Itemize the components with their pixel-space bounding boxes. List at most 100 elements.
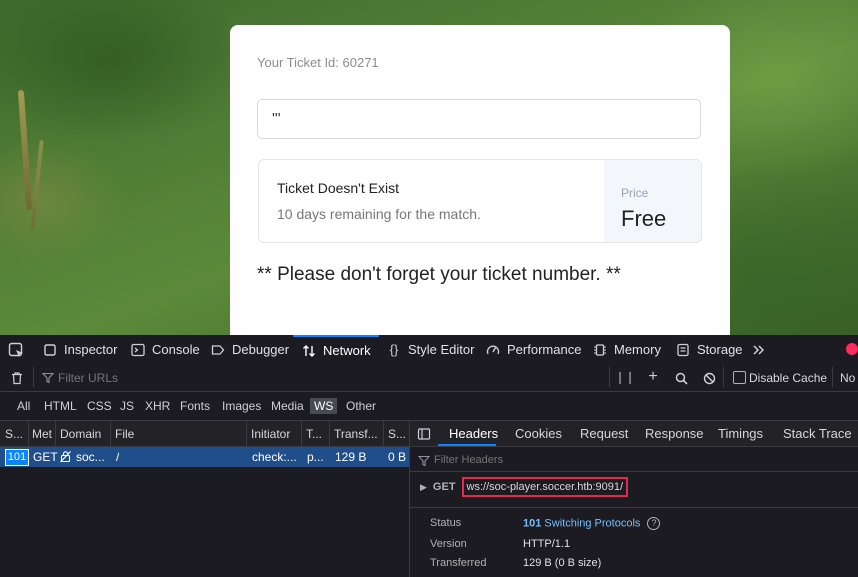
- divider: [28, 421, 29, 446]
- status-text-link[interactable]: Switching Protocols: [544, 517, 640, 529]
- row-type: p...: [307, 450, 324, 464]
- row-domain: soc...: [76, 450, 105, 464]
- network-filter-bar: ❘❘ + Disable Cache No T: [0, 364, 858, 392]
- tab-stack-trace[interactable]: Stack Trace: [783, 426, 852, 441]
- type-filter-other[interactable]: Other: [346, 399, 376, 413]
- tab-cookies[interactable]: Cookies: [515, 426, 562, 441]
- divider: [410, 507, 858, 508]
- disable-cache-checkbox[interactable]: [733, 371, 746, 384]
- column-size[interactable]: S...: [388, 427, 408, 441]
- row-initiator: check:...: [252, 450, 297, 464]
- tool-label: Debugger: [232, 342, 290, 357]
- request-details-panel: Headers Cookies Request Response Timings…: [410, 421, 858, 577]
- insecure-lock-icon: [58, 449, 72, 463]
- filter-headers-input[interactable]: [432, 450, 836, 469]
- filter-urls-input[interactable]: [56, 368, 600, 388]
- price-box: Price Free: [604, 160, 701, 242]
- type-filter-all[interactable]: All: [17, 399, 30, 413]
- ticket-input[interactable]: ''': [257, 99, 701, 139]
- status-key: Status: [430, 517, 462, 529]
- transferred-value: 129 B (0 B size): [523, 557, 602, 569]
- console-icon: [130, 342, 146, 358]
- memory-icon: [592, 342, 608, 358]
- more-tools-button[interactable]: [751, 335, 767, 364]
- column-initiator[interactable]: Initiator: [251, 427, 296, 441]
- request-url: ws://soc-player.soccer.htb:9091/: [461, 477, 629, 497]
- tool-storage[interactable]: Storage: [675, 335, 743, 364]
- web-page: Your Ticket Id: 60271 ''' Ticket Doesn't…: [0, 0, 858, 335]
- type-filter-html[interactable]: HTML: [44, 399, 77, 413]
- request-line[interactable]: ▶ GET ws://soc-player.soccer.htb:9091/: [420, 477, 629, 497]
- tool-network[interactable]: Network: [293, 335, 379, 364]
- pick-element-icon: [8, 342, 24, 358]
- ticket-id-label: Your Ticket Id: 60271: [257, 55, 379, 70]
- type-filter-images[interactable]: Images: [222, 399, 261, 413]
- divider: [329, 421, 330, 446]
- type-filter-css[interactable]: CSS: [87, 399, 112, 413]
- tab-response[interactable]: Response: [645, 426, 704, 441]
- column-file[interactable]: File: [115, 427, 235, 441]
- disable-cache-label: Disable Cache: [749, 371, 828, 385]
- divider: [301, 421, 302, 446]
- column-domain[interactable]: Domain: [60, 427, 110, 441]
- tool-label: Performance: [507, 342, 582, 357]
- expand-triangle-icon[interactable]: ▶: [420, 482, 427, 493]
- chevron-double-right-icon: [751, 342, 767, 358]
- pause-icon[interactable]: ❘❘: [615, 369, 635, 385]
- filter-headers-bar: [410, 447, 858, 472]
- add-icon[interactable]: +: [645, 368, 661, 385]
- inspector-icon: [42, 342, 58, 358]
- search-icon[interactable]: [673, 370, 689, 386]
- tool-memory[interactable]: Memory: [592, 335, 661, 364]
- error-indicator-icon[interactable]: [846, 343, 858, 355]
- type-filter-media[interactable]: Media: [271, 399, 304, 413]
- trash-icon[interactable]: [9, 370, 25, 386]
- block-icon[interactable]: [701, 370, 717, 386]
- status-code: 101: [523, 517, 542, 530]
- column-type[interactable]: T...: [306, 427, 328, 441]
- tool-style-editor[interactable]: {} Style Editor: [386, 335, 475, 364]
- version-key: Version: [430, 538, 467, 550]
- devtools-panel: Inspector Console Debugger Network {} St…: [0, 335, 858, 577]
- throttling-select[interactable]: No T: [840, 371, 858, 385]
- result-title: Ticket Doesn't Exist: [277, 180, 399, 196]
- row-file: /: [116, 450, 120, 464]
- type-filter-xhr[interactable]: XHR: [145, 399, 170, 413]
- divider: [110, 421, 111, 446]
- divider: [723, 367, 724, 387]
- grass-decoration: [17, 89, 33, 211]
- tool-label: Storage: [697, 342, 743, 357]
- request-list-header: S... Met Domain File Initiator T... Tran…: [0, 421, 409, 447]
- request-list: S... Met Domain File Initiator T... Tran…: [0, 421, 410, 577]
- active-tab-indicator: [438, 444, 496, 446]
- transferred-key: Transferred: [430, 557, 487, 569]
- tool-debugger[interactable]: Debugger: [210, 335, 289, 364]
- tab-timings[interactable]: Timings: [718, 426, 763, 441]
- column-transferred[interactable]: Transf...: [334, 427, 380, 441]
- pick-element-button[interactable]: [8, 335, 24, 364]
- request-type-filters: All HTML CSS JS XHR Fonts Images Media W…: [0, 392, 858, 421]
- column-method[interactable]: Met: [32, 427, 54, 441]
- price-value: Free: [621, 206, 667, 231]
- tool-inspector[interactable]: Inspector: [42, 335, 117, 364]
- toggle-sidebar-icon[interactable]: [416, 426, 432, 442]
- details-tabs: Headers Cookies Request Response Timings…: [410, 421, 858, 447]
- filter-icon: [40, 370, 56, 386]
- help-icon[interactable]: ?: [647, 517, 661, 530]
- tool-label: Memory: [614, 342, 661, 357]
- tool-performance[interactable]: Performance: [485, 335, 581, 364]
- tab-headers[interactable]: Headers: [449, 426, 498, 441]
- tool-console[interactable]: Console: [130, 335, 200, 364]
- filter-icon: [416, 453, 432, 469]
- tool-label: Network: [323, 343, 371, 358]
- price-label: Price: [621, 186, 649, 200]
- ticket-card: Your Ticket Id: 60271 ''' Ticket Doesn't…: [230, 25, 730, 335]
- request-row[interactable]: 101 GET soc... / check:... p... 129 B 0 …: [0, 447, 409, 467]
- type-filter-ws[interactable]: WS: [310, 398, 338, 414]
- network-icon: [301, 343, 317, 359]
- tab-request[interactable]: Request: [580, 426, 628, 441]
- type-filter-js[interactable]: JS: [120, 399, 134, 413]
- type-filter-fonts[interactable]: Fonts: [180, 399, 210, 413]
- version-value: HTTP/1.1: [523, 538, 571, 550]
- column-status[interactable]: S...: [5, 427, 27, 441]
